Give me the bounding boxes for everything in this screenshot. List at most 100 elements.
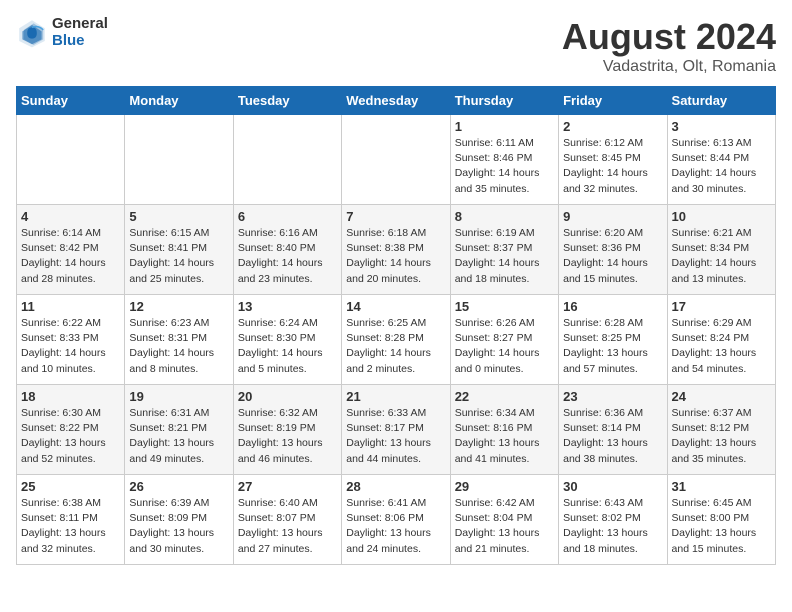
calendar-cell — [125, 115, 233, 205]
location-subtitle: Vadastrita, Olt, Romania — [562, 58, 776, 76]
calendar-header-wednesday: Wednesday — [342, 87, 450, 115]
day-info: Sunrise: 6:36 AMSunset: 8:14 PMDaylight:… — [563, 406, 662, 467]
calendar-cell: 1 Sunrise: 6:11 AMSunset: 8:46 PMDaylight… — [450, 115, 558, 205]
day-number: 22 — [455, 389, 554, 404]
header: General Blue August 2024 Vadastrita, Olt… — [16, 16, 776, 76]
day-number: 10 — [672, 209, 771, 224]
calendar-cell: 10 Sunrise: 6:21 AMSunset: 8:34 PMDayligh… — [667, 205, 775, 295]
calendar-cell: 27 Sunrise: 6:40 AMSunset: 8:07 PMDayligh… — [233, 475, 341, 565]
calendar-cell: 19Sunrise: 6:31 AMSunset: 8:21 PMDayligh… — [125, 385, 233, 475]
day-number: 19 — [129, 389, 228, 404]
calendar-cell: 15Sunrise: 6:26 AMSunset: 8:27 PMDayligh… — [450, 295, 558, 385]
day-number: 11 — [21, 299, 120, 314]
day-info: Sunrise: 6:34 AMSunset: 8:16 PMDaylight:… — [455, 406, 554, 467]
day-info: Sunrise: 6:11 AMSunset: 8:46 PMDaylight:… — [455, 136, 554, 197]
calendar-cell — [342, 115, 450, 205]
logo-blue: Blue — [52, 33, 108, 50]
calendar-cell: 6 Sunrise: 6:16 AMSunset: 8:40 PMDaylight… — [233, 205, 341, 295]
day-number: 4 — [21, 209, 120, 224]
calendar-cell: 14 Sunrise: 6:25 AMSunset: 8:28 PMDayligh… — [342, 295, 450, 385]
day-info: Sunrise: 6:43 AMSunset: 8:02 PMDaylight:… — [563, 496, 662, 557]
calendar-week-row: 1 Sunrise: 6:11 AMSunset: 8:46 PMDaylight… — [17, 115, 776, 205]
day-info: Sunrise: 6:41 AMSunset: 8:06 PMDaylight:… — [346, 496, 445, 557]
day-number: 2 — [563, 119, 662, 134]
day-number: 29 — [455, 479, 554, 494]
calendar-cell: 17 Sunrise: 6:29 AMSunset: 8:24 PMDayligh… — [667, 295, 775, 385]
calendar-cell: 24 Sunrise: 6:37 AMSunset: 8:12 PMDayligh… — [667, 385, 775, 475]
calendar-week-row: 18Sunrise: 6:30 AMSunset: 8:22 PMDayligh… — [17, 385, 776, 475]
calendar-header-row: SundayMondayTuesdayWednesdayThursdayFrid… — [17, 87, 776, 115]
day-info: Sunrise: 6:15 AMSunset: 8:41 PMDaylight:… — [129, 226, 228, 287]
day-info: Sunrise: 6:26 AMSunset: 8:27 PMDaylight:… — [455, 316, 554, 377]
calendar-cell: 30 Sunrise: 6:43 AMSunset: 8:02 PMDayligh… — [559, 475, 667, 565]
calendar-header-saturday: Saturday — [667, 87, 775, 115]
day-number: 17 — [672, 299, 771, 314]
day-number: 7 — [346, 209, 445, 224]
calendar-header-tuesday: Tuesday — [233, 87, 341, 115]
day-info: Sunrise: 6:20 AMSunset: 8:36 PMDaylight:… — [563, 226, 662, 287]
day-number: 1 — [455, 119, 554, 134]
day-info: Sunrise: 6:18 AMSunset: 8:38 PMDaylight:… — [346, 226, 445, 287]
calendar-header-thursday: Thursday — [450, 87, 558, 115]
day-info: Sunrise: 6:25 AMSunset: 8:28 PMDaylight:… — [346, 316, 445, 377]
day-info: Sunrise: 6:24 AMSunset: 8:30 PMDaylight:… — [238, 316, 337, 377]
calendar-cell — [233, 115, 341, 205]
day-info: Sunrise: 6:45 AMSunset: 8:00 PMDaylight:… — [672, 496, 771, 557]
calendar-cell: 28 Sunrise: 6:41 AMSunset: 8:06 PMDayligh… — [342, 475, 450, 565]
logo-icon — [16, 17, 48, 49]
calendar-cell: 26 Sunrise: 6:39 AMSunset: 8:09 PMDayligh… — [125, 475, 233, 565]
day-number: 23 — [563, 389, 662, 404]
day-info: Sunrise: 6:38 AMSunset: 8:11 PMDaylight:… — [21, 496, 120, 557]
day-info: Sunrise: 6:16 AMSunset: 8:40 PMDaylight:… — [238, 226, 337, 287]
day-info: Sunrise: 6:40 AMSunset: 8:07 PMDaylight:… — [238, 496, 337, 557]
day-number: 20 — [238, 389, 337, 404]
day-info: Sunrise: 6:32 AMSunset: 8:19 PMDaylight:… — [238, 406, 337, 467]
calendar-cell: 22 Sunrise: 6:34 AMSunset: 8:16 PMDayligh… — [450, 385, 558, 475]
day-info: Sunrise: 6:21 AMSunset: 8:34 PMDaylight:… — [672, 226, 771, 287]
day-number: 16 — [563, 299, 662, 314]
calendar-week-row: 25 Sunrise: 6:38 AMSunset: 8:11 PMDayligh… — [17, 475, 776, 565]
day-info: Sunrise: 6:22 AMSunset: 8:33 PMDaylight:… — [21, 316, 120, 377]
title-area: August 2024 Vadastrita, Olt, Romania — [562, 16, 776, 76]
calendar-cell: 4 Sunrise: 6:14 AMSunset: 8:42 PMDaylight… — [17, 205, 125, 295]
calendar-cell: 9 Sunrise: 6:20 AMSunset: 8:36 PMDaylight… — [559, 205, 667, 295]
logo-general: General — [52, 16, 108, 33]
day-info: Sunrise: 6:37 AMSunset: 8:12 PMDaylight:… — [672, 406, 771, 467]
day-number: 27 — [238, 479, 337, 494]
day-info: Sunrise: 6:14 AMSunset: 8:42 PMDaylight:… — [21, 226, 120, 287]
calendar-cell: 18Sunrise: 6:30 AMSunset: 8:22 PMDayligh… — [17, 385, 125, 475]
day-info: Sunrise: 6:29 AMSunset: 8:24 PMDaylight:… — [672, 316, 771, 377]
calendar-header-sunday: Sunday — [17, 87, 125, 115]
calendar-cell: 21Sunrise: 6:33 AMSunset: 8:17 PMDayligh… — [342, 385, 450, 475]
day-info: Sunrise: 6:30 AMSunset: 8:22 PMDaylight:… — [21, 406, 120, 467]
day-number: 24 — [672, 389, 771, 404]
day-number: 26 — [129, 479, 228, 494]
calendar-cell: 11 Sunrise: 6:22 AMSunset: 8:33 PMDayligh… — [17, 295, 125, 385]
calendar-table: SundayMondayTuesdayWednesdayThursdayFrid… — [16, 86, 776, 565]
day-number: 14 — [346, 299, 445, 314]
calendar-cell: 25 Sunrise: 6:38 AMSunset: 8:11 PMDayligh… — [17, 475, 125, 565]
calendar-cell: 23 Sunrise: 6:36 AMSunset: 8:14 PMDayligh… — [559, 385, 667, 475]
day-info: Sunrise: 6:42 AMSunset: 8:04 PMDaylight:… — [455, 496, 554, 557]
calendar-header-friday: Friday — [559, 87, 667, 115]
calendar-cell: 3Sunrise: 6:13 AMSunset: 8:44 PMDaylight… — [667, 115, 775, 205]
calendar-cell: 8Sunrise: 6:19 AMSunset: 8:37 PMDaylight… — [450, 205, 558, 295]
day-number: 30 — [563, 479, 662, 494]
day-number: 25 — [21, 479, 120, 494]
day-number: 6 — [238, 209, 337, 224]
calendar-week-row: 11 Sunrise: 6:22 AMSunset: 8:33 PMDayligh… — [17, 295, 776, 385]
calendar-cell: 16 Sunrise: 6:28 AMSunset: 8:25 PMDayligh… — [559, 295, 667, 385]
calendar-cell: 20 Sunrise: 6:32 AMSunset: 8:19 PMDayligh… — [233, 385, 341, 475]
month-title: August 2024 — [562, 16, 776, 58]
calendar-cell: 13Sunrise: 6:24 AMSunset: 8:30 PMDayligh… — [233, 295, 341, 385]
day-number: 28 — [346, 479, 445, 494]
calendar-header-monday: Monday — [125, 87, 233, 115]
day-info: Sunrise: 6:39 AMSunset: 8:09 PMDaylight:… — [129, 496, 228, 557]
day-number: 12 — [129, 299, 228, 314]
calendar-cell: 2Sunrise: 6:12 AMSunset: 8:45 PMDaylight… — [559, 115, 667, 205]
day-info: Sunrise: 6:19 AMSunset: 8:37 PMDaylight:… — [455, 226, 554, 287]
day-info: Sunrise: 6:28 AMSunset: 8:25 PMDaylight:… — [563, 316, 662, 377]
calendar-cell: 31Sunrise: 6:45 AMSunset: 8:00 PMDayligh… — [667, 475, 775, 565]
day-number: 9 — [563, 209, 662, 224]
day-number: 21 — [346, 389, 445, 404]
